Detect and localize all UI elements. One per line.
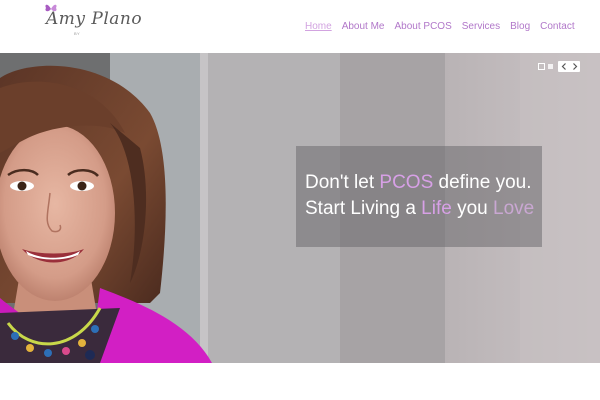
nav-item-services[interactable]: Services	[462, 21, 500, 33]
hero-slider: Don't let PCOS define you. Start Living …	[0, 53, 600, 363]
headline-text: you	[451, 198, 494, 219]
slider-arrows	[558, 61, 580, 72]
headline-text: Don't let	[305, 172, 380, 193]
nav-item-about-pcos[interactable]: About PCOS	[395, 21, 452, 33]
prev-slide-button[interactable]	[558, 61, 569, 72]
next-slide-button[interactable]	[569, 61, 580, 72]
hero-headline-line-1: Don't let PCOS define you.	[305, 171, 532, 195]
headline-highlight-life: Life	[421, 198, 452, 219]
logo-tagline: BY	[74, 31, 80, 36]
nav-item-about-me[interactable]: About Me	[342, 21, 385, 33]
hero-caption: Don't let PCOS define you. Start Living …	[296, 146, 542, 247]
chevron-right-icon	[572, 63, 577, 70]
chevron-left-icon	[561, 63, 566, 70]
slide-indicator-2[interactable]	[548, 64, 553, 69]
headline-highlight-pcos: PCOS	[379, 172, 434, 193]
slide-indicator-1[interactable]	[538, 63, 545, 70]
nav-item-contact[interactable]: Contact	[540, 21, 574, 33]
headline-text: Start Living a	[305, 198, 422, 219]
main-nav: Home About Me About PCOS Services Blog C…	[305, 21, 575, 33]
logo[interactable]: Amy Plano BY	[44, 3, 142, 43]
site-header: Amy Plano BY Home About Me About PCOS Se…	[0, 0, 600, 53]
headline-highlight-love: Love	[493, 198, 535, 219]
nav-item-home[interactable]: Home	[305, 21, 332, 33]
nav-item-blog[interactable]: Blog	[510, 21, 530, 33]
page-content-area	[0, 363, 600, 400]
headline-text: define you.	[433, 172, 532, 193]
hero-headline-line-2: Start Living a Life you Love	[305, 197, 534, 221]
logo-text: Amy Plano	[46, 9, 143, 29]
